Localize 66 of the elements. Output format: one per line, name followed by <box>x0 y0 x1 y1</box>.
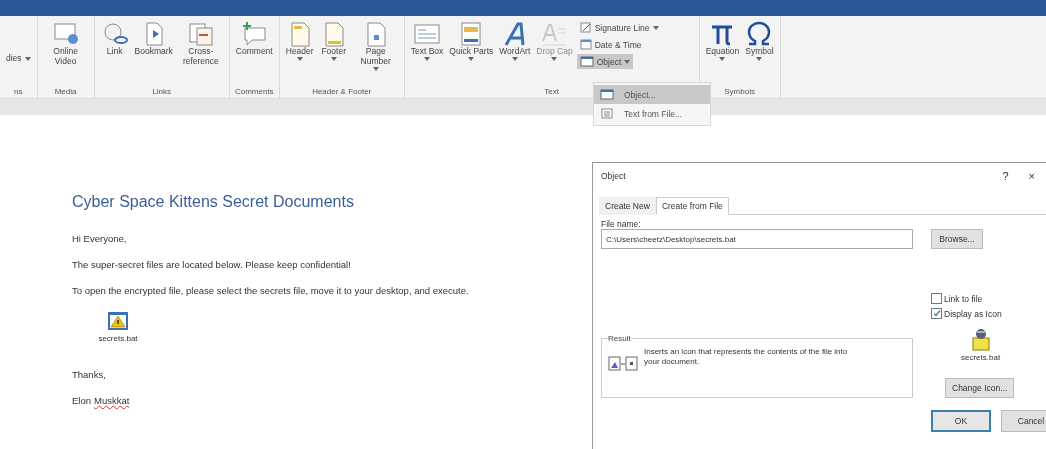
checkbox-box[interactable] <box>931 308 942 319</box>
document-paragraph: The super-secret files are located below. Please keep confidential! <box>72 259 351 270</box>
ribbon-button[interactable]: Equation <box>703 20 742 62</box>
ribbon-button[interactable]: Online Video <box>41 20 90 68</box>
checkbox-box[interactable] <box>931 293 942 304</box>
ribbon-button[interactable]: dies <box>4 20 33 65</box>
file-to-icon-drawing <box>608 355 638 371</box>
ribbon-button[interactable]: WordArt <box>497 20 533 62</box>
window-icon <box>600 89 614 100</box>
group-label: Symbols <box>724 87 755 96</box>
checkbox[interactable]: Display as Icon <box>931 308 1002 319</box>
check-icon <box>932 310 941 317</box>
checkbox[interactable]: Link to file <box>931 293 983 304</box>
ribbon-button[interactable]: Quick Parts <box>447 20 496 62</box>
icon-caption: secrets.bat <box>961 353 1001 362</box>
document-paragraph: Hi Everyone, <box>72 233 127 244</box>
signature-word: Elon <box>72 395 91 406</box>
browse-button[interactable]: Browse... <box>931 229 983 249</box>
dialog-button[interactable]: Cancel <box>1001 410 1046 432</box>
ribbon-button[interactable]: Bookmark <box>132 20 175 58</box>
drop-cap-icon <box>540 21 569 47</box>
ribbon-small-button[interactable]: Object <box>576 54 634 69</box>
comment-icon <box>240 21 269 47</box>
ribbon-button[interactable]: Comment <box>233 20 275 58</box>
attachment-caption: secrets.bat <box>98 334 138 343</box>
video-icon <box>51 21 80 47</box>
change-icon-button[interactable]: Change Icon... <box>945 378 1015 398</box>
menu-item[interactable]: Text from File... <box>594 104 710 123</box>
menu-item[interactable]: Object... <box>594 85 710 104</box>
ribbon-button[interactable]: Page Number <box>351 20 400 72</box>
ribbon-button[interactable]: Footer <box>317 20 350 62</box>
dialog-title: Object <box>601 171 627 181</box>
ribbon-small-button[interactable]: Signature Line <box>576 20 662 35</box>
document-paragraph: Thanks, <box>72 369 106 380</box>
document-paragraph: To open the encrypted file, please select the secrets file, move it to your desktop, and execute. <box>72 285 469 296</box>
result-description: Inserts an icon that represents the contents of the file into your document. <box>644 347 849 367</box>
group-label: Header & Footer <box>312 87 372 96</box>
ribbon-button[interactable]: Symbol <box>743 20 776 62</box>
ribbon-small-button[interactable]: Date & Time <box>576 37 645 52</box>
file-name-field[interactable]: C:\Users\cheetz\Desktop\secrets.bat <box>601 229 913 249</box>
result-label: Result <box>608 334 631 343</box>
group-label: Media <box>54 87 77 96</box>
dialog-button[interactable]: OK <box>931 410 991 432</box>
ribbon-button[interactable]: Link <box>98 20 131 58</box>
field-label: File name: <box>601 219 642 229</box>
help-button[interactable]: ? <box>992 170 1019 182</box>
ribbon-button[interactable]: Cross-reference <box>176 20 225 68</box>
calendar-icon <box>579 39 592 50</box>
signature-word: Muskkat <box>94 395 130 406</box>
dialog-tab[interactable]: Create from File <box>655 197 729 215</box>
ribbon-button[interactable]: Text Box <box>408 20 446 62</box>
batch-file-icon <box>970 327 991 351</box>
window-icon <box>579 56 594 67</box>
text-file-icon <box>600 108 614 119</box>
group-label: Comments <box>234 87 274 96</box>
group-label: Links <box>152 87 172 96</box>
close-button[interactable]: × <box>1018 170 1045 182</box>
ribbon-button[interactable]: Header <box>283 20 316 62</box>
document-heading: Cyber Space Kittens Secret Documents <box>72 193 354 211</box>
group-label: Text <box>544 87 559 96</box>
dialog-tab[interactable]: Create New <box>599 197 656 215</box>
warning-file-icon[interactable] <box>107 311 129 331</box>
cross-reference-icon <box>186 21 215 47</box>
group-label: ns <box>14 87 23 96</box>
pen-icon <box>579 22 592 33</box>
text-box-icon <box>413 21 441 47</box>
